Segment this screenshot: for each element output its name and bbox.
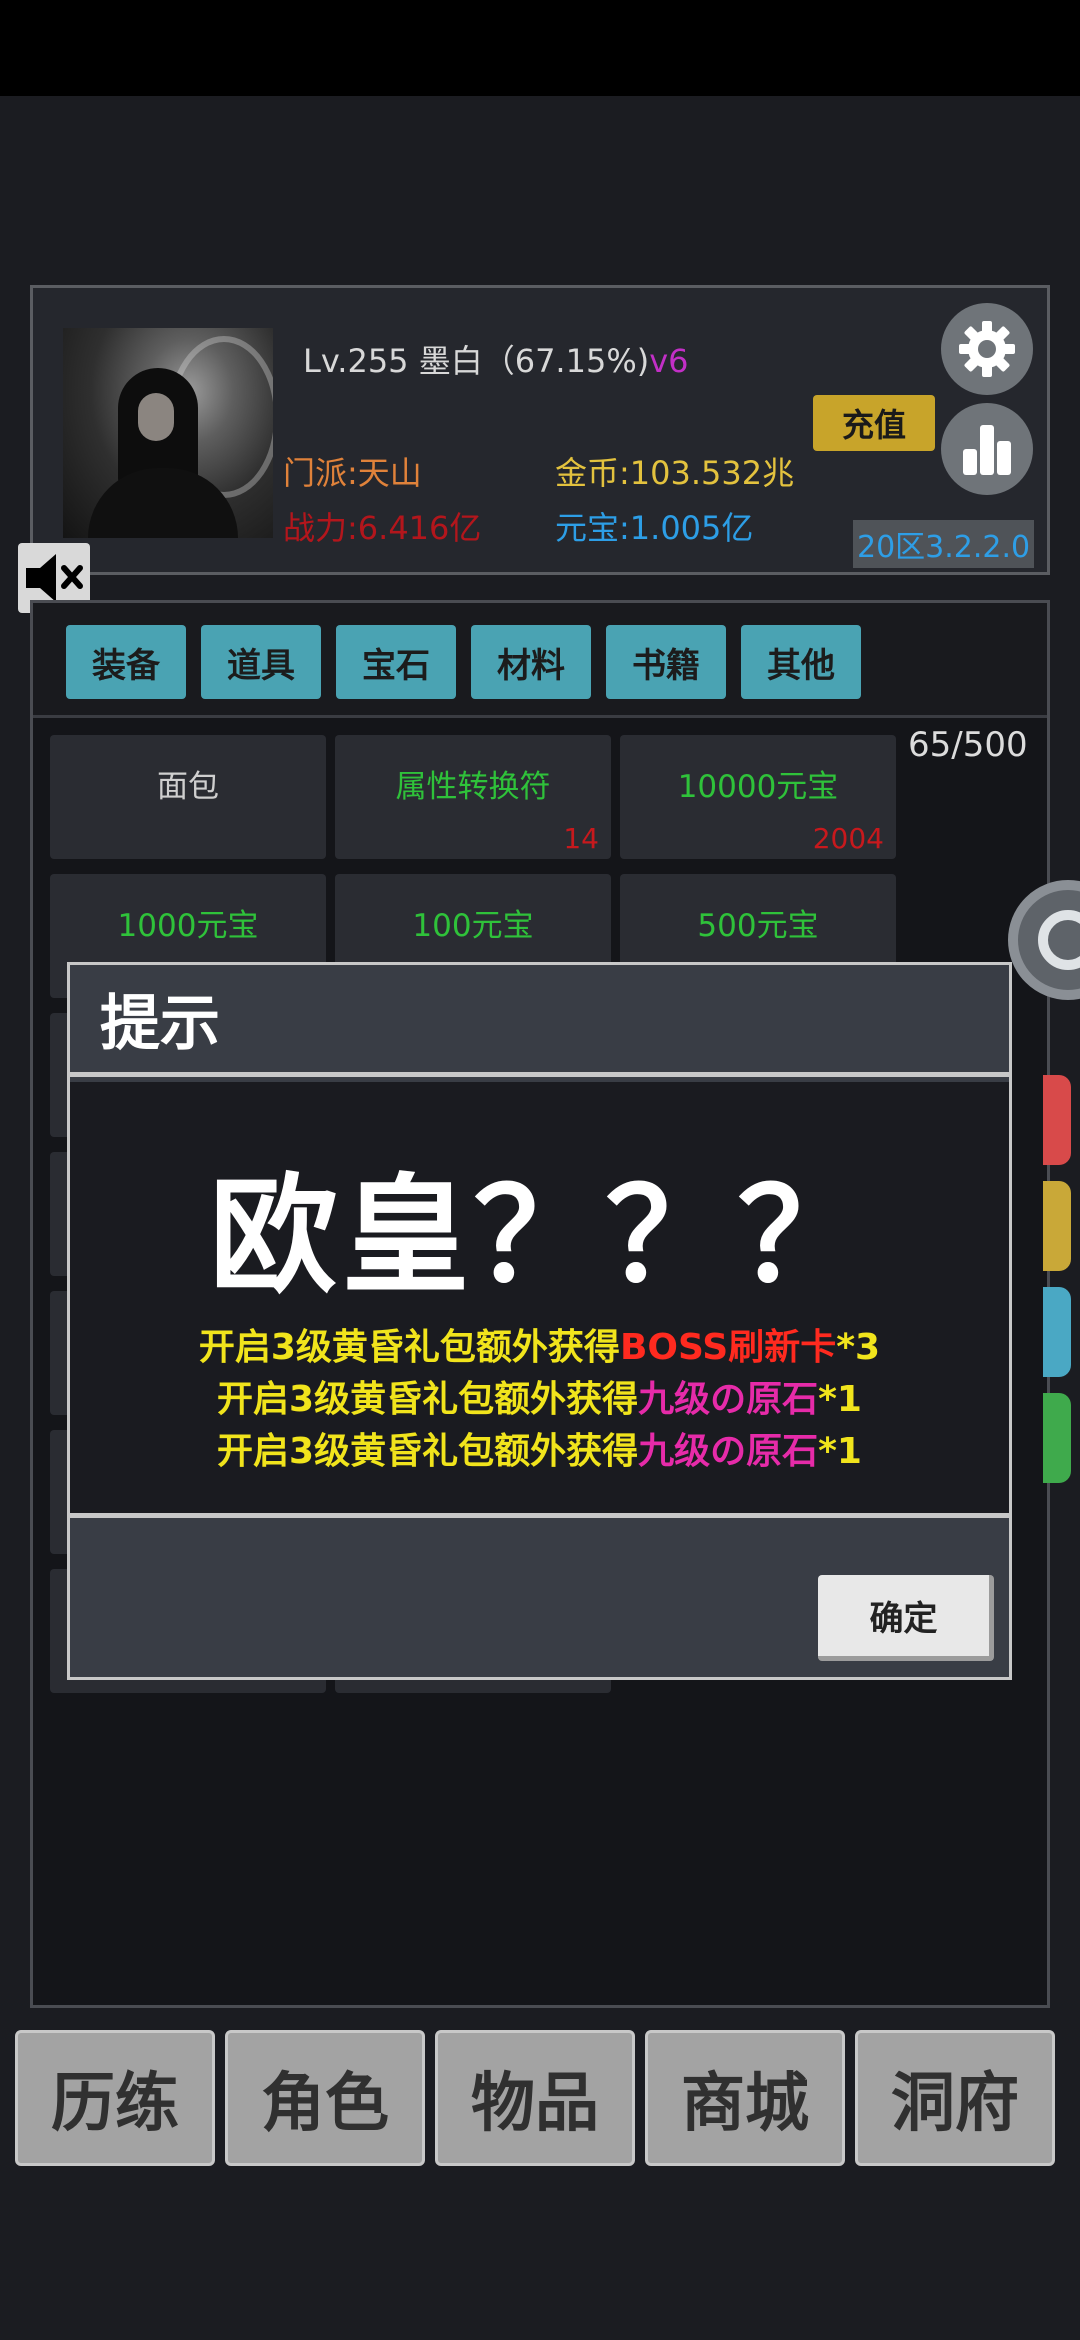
dialog-title: 提示 — [100, 989, 220, 1059]
reward-line: 开启3级黄昏礼包额外获得九级の原石*1 — [217, 1379, 862, 1420]
tab-props[interactable]: 道具 — [201, 625, 321, 699]
item-quantity: 14 — [563, 822, 599, 855]
tab-other[interactable]: 其他 — [741, 625, 861, 699]
tab-equipment[interactable]: 装备 — [66, 625, 186, 699]
nav-shop[interactable]: 商城 — [645, 2030, 845, 2166]
gear-icon — [959, 321, 1015, 377]
sort-button-red[interactable] — [1043, 1075, 1071, 1165]
item-name: 1000元宝 — [117, 908, 259, 944]
item-name: 500元宝 — [697, 908, 819, 944]
dialog-headline: 欧皇？？？ — [209, 1162, 870, 1311]
nav-character[interactable]: 角色 — [225, 2030, 425, 2166]
combat-power: 战力:6.416亿 — [283, 509, 482, 547]
server-version: 20区3.2.2.0 — [853, 520, 1035, 568]
category-tabs: 装备 道具 宝石 材料 书籍 其他 — [33, 603, 1047, 718]
tab-books[interactable]: 书籍 — [606, 625, 726, 699]
confirm-button[interactable]: 确定 — [818, 1575, 994, 1661]
avatar[interactable] — [63, 328, 273, 538]
player-info-panel: Lv.255 墨白（67.15%)v6 门派:天山 金币:103.532兆 战力… — [30, 285, 1050, 575]
dialog-header: 提示 — [70, 965, 1009, 1077]
yuanbao-amount: 元宝:1.005亿 — [555, 509, 754, 547]
reward-line: 开启3级黄昏礼包额外获得BOSS刷新卡*3 — [198, 1327, 881, 1368]
player-level-name: Lv.255 墨白（67.15%)v6 — [303, 342, 689, 380]
reward-dialog: 提示 欧皇？？？ 开启3级黄昏礼包额外获得BOSS刷新卡*3 开启3级黄昏礼包额… — [67, 962, 1012, 1680]
tab-materials[interactable]: 材料 — [471, 625, 591, 699]
nav-items[interactable]: 物品 — [435, 2030, 635, 2166]
sect-label: 门派:天山 — [283, 454, 422, 492]
sort-button-yellow[interactable] — [1043, 1181, 1071, 1271]
recharge-button[interactable]: 充值 — [813, 395, 935, 451]
item-slot[interactable]: 10000元宝 2004 — [620, 735, 896, 859]
item-name: 面包 — [157, 769, 219, 805]
bottom-navigation: 历练 角色 物品 商城 洞府 — [10, 2030, 1070, 2170]
reward-line: 开启3级黄昏礼包额外获得九级の原石*1 — [217, 1431, 862, 1472]
item-name: 10000元宝 — [677, 769, 839, 805]
dialog-body: 欧皇？？？ 开启3级黄昏礼包额外获得BOSS刷新卡*3 开启3级黄昏礼包额外获得… — [70, 1082, 1009, 1518]
item-slot[interactable]: 面包 — [50, 735, 326, 859]
ranking-button[interactable] — [941, 403, 1033, 495]
sort-button-green[interactable] — [1043, 1393, 1071, 1483]
status-bar — [0, 0, 1080, 96]
gold-amount: 金币:103.532兆 — [555, 454, 795, 492]
nav-cave[interactable]: 洞府 — [855, 2030, 1055, 2166]
item-name: 属性转换符 — [395, 769, 551, 805]
item-slot[interactable]: 属性转换符 14 — [335, 735, 611, 859]
inventory-count: 65/500 — [908, 725, 1028, 765]
mute-icon — [26, 554, 83, 602]
settings-button[interactable] — [941, 303, 1033, 395]
tab-gems[interactable]: 宝石 — [336, 625, 456, 699]
vip-badge: v6 — [649, 342, 689, 380]
bar-chart-icon — [963, 425, 1011, 475]
nav-training[interactable]: 历练 — [15, 2030, 215, 2166]
item-quantity: 2004 — [812, 822, 884, 855]
sort-button-blue[interactable] — [1043, 1287, 1071, 1377]
item-name: 100元宝 — [412, 908, 534, 944]
